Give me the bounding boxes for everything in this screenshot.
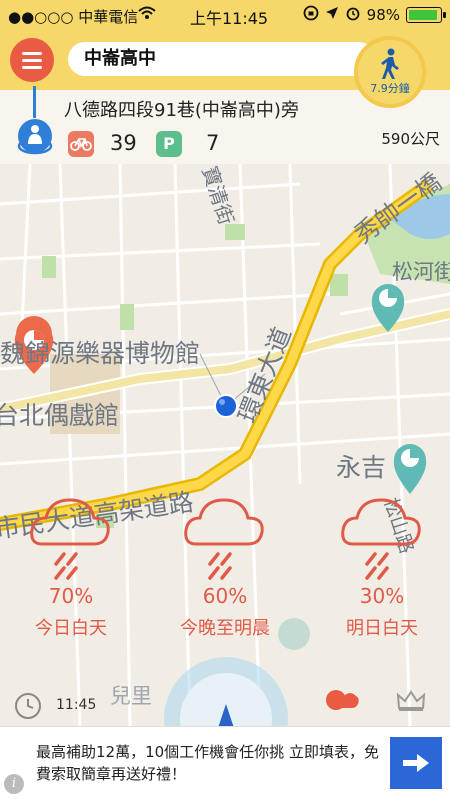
bicycle-icon — [68, 131, 94, 157]
location-arrow-icon — [325, 6, 339, 24]
parking-icon: P — [156, 131, 182, 157]
rain-cloud-icon — [341, 498, 421, 580]
menu-button[interactable] — [10, 38, 54, 82]
crown-icon[interactable] — [396, 690, 426, 716]
weather-pct: 60% — [202, 584, 248, 608]
map-label-puppet: 台北偶戲館 — [0, 401, 120, 430]
hamburger-line — [22, 65, 42, 69]
station-location-icon[interactable] — [14, 118, 56, 156]
weather-tomorrow[interactable]: 30% 明日白天 — [332, 494, 432, 640]
search-input[interactable]: 中崙高中 — [68, 42, 376, 76]
weather-tonight[interactable]: 60% 今晚至明晨 — [166, 494, 284, 640]
battery-icon — [406, 7, 446, 23]
hamburger-icon — [22, 51, 42, 55]
weather-today[interactable]: 70% 今日白天 — [22, 494, 120, 640]
walking-person-icon — [381, 48, 399, 79]
map-label-yongji: 永吉 — [336, 453, 387, 482]
status-time: 上午11:45 — [190, 9, 269, 28]
alarm-icon — [345, 5, 361, 25]
clock-icon — [14, 692, 42, 724]
walk-time-button[interactable]: 7.9分鐘 — [354, 36, 426, 108]
weather-period: 今晚至明晨 — [180, 618, 270, 639]
rain-cloud-icon — [184, 498, 264, 580]
available-bikes-count: 39 — [110, 131, 137, 155]
available-parking-count: 7 — [206, 131, 220, 155]
status-bar: ●●○○○ 中華電信 上午11:45 98% — [0, 0, 450, 30]
map-label-museum: 魏錦源樂器博物館 — [0, 339, 201, 368]
rain-cloud-icon — [30, 498, 110, 580]
weather-period: 明日白天 — [346, 618, 418, 639]
map-label-songhe: 松河街 — [392, 260, 450, 284]
carrier-label: ●●○○○ 中華電信 — [8, 8, 139, 26]
refresh-time: 11:45 — [56, 697, 97, 713]
station-distance: 590公尺 — [381, 130, 440, 148]
rotation-lock-icon — [303, 5, 319, 25]
weather-pct: 70% — [48, 584, 94, 608]
arrow-right-icon — [403, 754, 429, 772]
weather-period: 今日白天 — [35, 618, 107, 639]
walk-time-label: 7.9分鐘 — [370, 82, 410, 95]
station-connector-line — [33, 86, 36, 118]
battery-percent: 98% — [366, 6, 400, 24]
weather-toggle-icon[interactable] — [324, 686, 360, 716]
ad-banner[interactable]: 最高補助12萬，10個工作機會任你挑 立即填表，免費索取簡章再送好禮！ — [0, 726, 450, 799]
ad-info-icon[interactable]: i — [4, 774, 24, 794]
station-address: 八德路四段91巷(中崙高中)旁 — [64, 100, 299, 121]
map-canvas — [0, 164, 450, 726]
map-view[interactable]: 魏錦源樂器博物館 台北偶戲館 市民大道高架道路 環東大道 秀帥一橋 寶清街 永吉… — [0, 164, 450, 726]
wifi-icon — [138, 6, 156, 24]
ad-open-button[interactable] — [390, 737, 442, 789]
hamburger-line — [22, 58, 42, 62]
map-label-ertong: 兒里 — [110, 684, 152, 708]
ad-text[interactable]: 最高補助12萬，10個工作機會任你挑 立即填表，免費索取簡章再送好禮！ — [36, 741, 381, 785]
weather-pct: 30% — [359, 584, 405, 608]
